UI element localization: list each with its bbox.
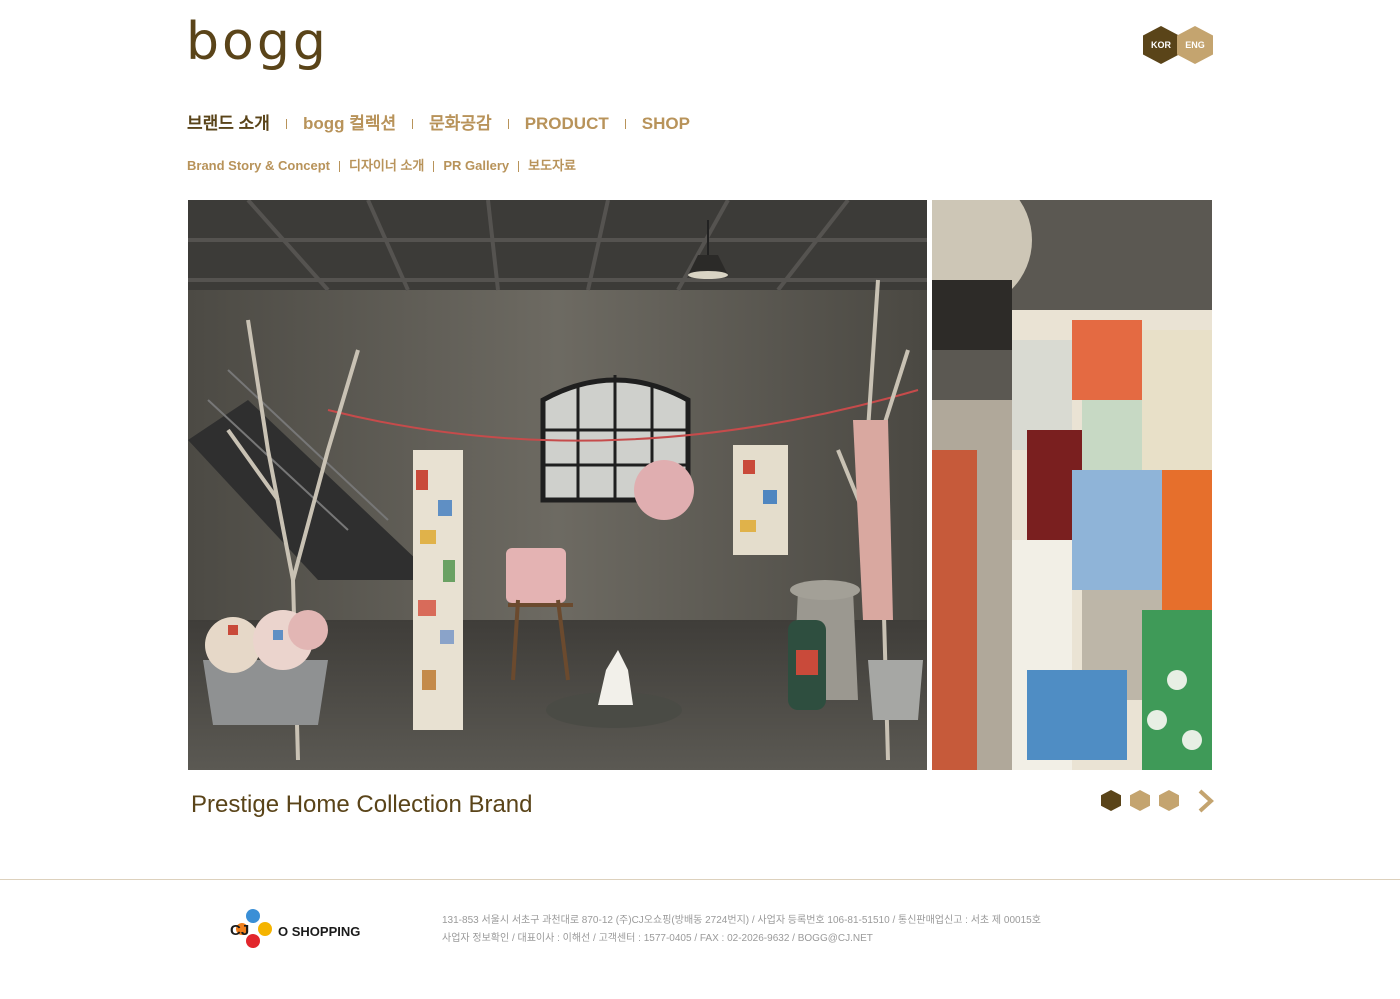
subnav-divider xyxy=(339,160,341,172)
hero-tagline: Prestige Home Collection Brand xyxy=(191,791,533,818)
subnav-divider xyxy=(433,160,435,172)
nav-shop[interactable]: SHOP xyxy=(642,113,690,135)
nav-bogg-collection[interactable]: bogg 컬렉션 xyxy=(303,113,396,135)
nav-culture[interactable]: 문화공감 xyxy=(429,113,492,135)
footer-divider xyxy=(0,879,1400,880)
sub-nav: Brand Story & Concept 디자이너 소개 PR Gallery… xyxy=(187,157,576,175)
subnav-pr-gallery[interactable]: PR Gallery xyxy=(443,157,509,175)
nav-product[interactable]: PRODUCT xyxy=(525,113,609,135)
slide-dot-2[interactable] xyxy=(1130,790,1150,811)
subnav-brand-story[interactable]: Brand Story & Concept xyxy=(187,157,330,175)
lang-eng-button[interactable]: ENG xyxy=(1177,26,1213,64)
footer-contact: 사업자 정보확인 / 대표이사 : 이해선 / 고객센터 : 1577-0405… xyxy=(442,933,873,944)
lang-kor-button[interactable]: KOR xyxy=(1143,26,1179,64)
nav-divider xyxy=(624,119,626,129)
subnav-divider xyxy=(518,160,520,172)
subnav-press[interactable]: 보도자료 xyxy=(528,157,576,175)
nav-divider xyxy=(412,119,414,129)
nav-divider xyxy=(507,119,509,129)
hero-main-image xyxy=(188,200,927,770)
cj-logo-subtext: O SHOPPING xyxy=(278,924,361,939)
bogg-logo[interactable]: bogg xyxy=(186,12,329,72)
hero-side-illustration xyxy=(932,200,1212,770)
cj-logo-text: CJ xyxy=(230,922,250,939)
main-nav: 브랜드 소개 bogg 컬렉션 문화공감 PRODUCT SHOP xyxy=(187,113,690,135)
nav-divider xyxy=(285,119,287,129)
nav-brand-intro[interactable]: 브랜드 소개 xyxy=(187,113,270,135)
slide-dot-3[interactable] xyxy=(1159,790,1179,811)
next-slide-chevron-icon[interactable] xyxy=(1196,788,1216,814)
footer-address: 131-853 서울시 서초구 과천대로 870-12 (주)CJ오쇼핑(방배동… xyxy=(442,915,1041,926)
slide-dot-1[interactable] xyxy=(1101,790,1121,811)
hero-main-illustration xyxy=(188,200,927,770)
hero-side-image xyxy=(932,200,1212,770)
subnav-designer[interactable]: 디자이너 소개 xyxy=(349,157,424,175)
